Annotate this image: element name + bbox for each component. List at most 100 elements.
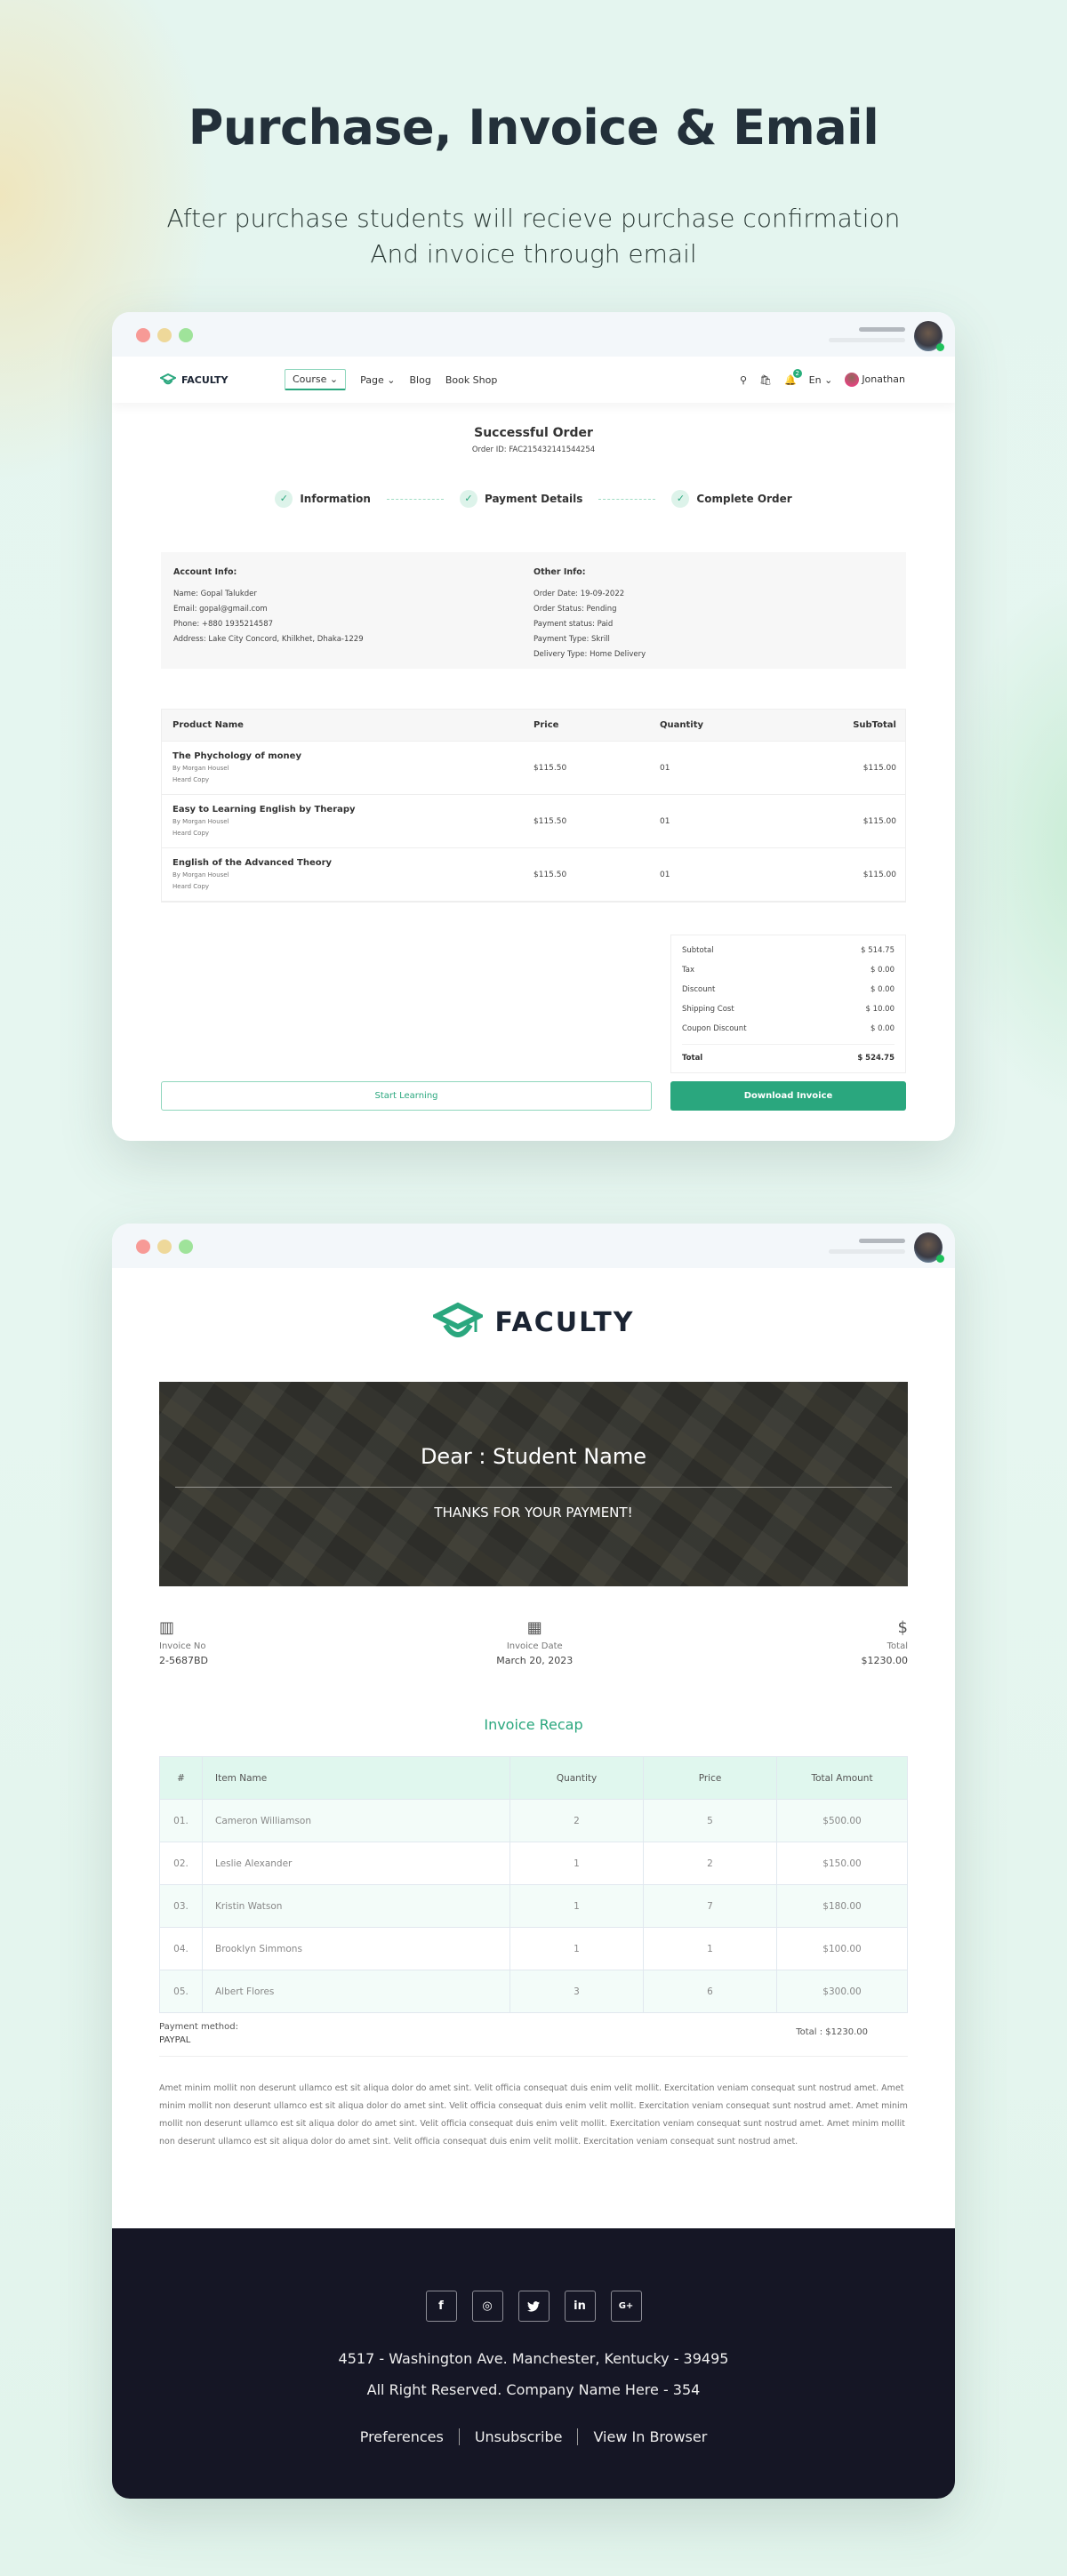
- meta-label: Total: [886, 1641, 908, 1651]
- summary-row-discount: Discount $ 0.00: [682, 980, 895, 999]
- item-price: 1: [643, 1927, 777, 1970]
- start-learning-button[interactable]: Start Learning: [161, 1081, 652, 1111]
- avatar[interactable]: [914, 1232, 944, 1263]
- meta-value: 2-5687BD: [159, 1655, 208, 1666]
- row-number: 04.: [159, 1927, 203, 1970]
- hero-subtitle-line: And invoice through email: [370, 239, 697, 269]
- unsubscribe-link[interactable]: Unsubscribe: [458, 2428, 578, 2445]
- account-info-heading: Account Info:: [173, 567, 237, 577]
- hero-title: Purchase, Invoice & Email: [188, 100, 879, 156]
- product-subtotal: $115.00: [862, 763, 896, 773]
- preferences-link[interactable]: Preferences: [345, 2428, 459, 2445]
- product-price: $115.50: [534, 763, 567, 773]
- product-qty: 01: [660, 763, 670, 773]
- row-number: 02.: [159, 1842, 203, 1885]
- step-complete-order: ✓ Complete Order: [671, 490, 792, 508]
- language-select[interactable]: En ⌄: [809, 374, 833, 386]
- chevron-down-icon: ⌄: [329, 373, 339, 385]
- item-price: 7: [643, 1884, 777, 1928]
- chevron-down-icon: ⌄: [387, 373, 396, 386]
- footer-copyright: All Right Reserved. Company Name Here - …: [366, 2381, 701, 2398]
- linkedin-icon[interactable]: in: [564, 2291, 596, 2322]
- product-name[interactable]: English of the Advanced Theory: [172, 858, 534, 868]
- search-icon[interactable]: ⚲: [740, 374, 747, 386]
- close-window-dot[interactable]: [136, 1240, 150, 1254]
- minimize-window-dot[interactable]: [157, 1240, 172, 1254]
- table-row: Easy to Learning English by Therapy By Mo…: [162, 795, 905, 848]
- invoice-meta: ▥ Invoice No 2-5687BD ▦ Invoice Date Mar…: [159, 1618, 908, 1666]
- summary-label: Total: [682, 1053, 703, 1063]
- view-in-browser-link[interactable]: View In Browser: [577, 2428, 722, 2445]
- logo[interactable]: FACULTY: [160, 373, 285, 387]
- item-qty: 1: [509, 1884, 644, 1928]
- meta-value: $1230.00: [861, 1655, 909, 1666]
- step-label: Payment Details: [484, 493, 583, 505]
- close-window-dot[interactable]: [136, 328, 150, 342]
- nav-item-course[interactable]: Course ⌄: [285, 369, 347, 390]
- item-name: Kristin Watson: [202, 1884, 510, 1928]
- summary-value: $ 0.00: [870, 985, 895, 994]
- table-row: 04. Brooklyn Simmons 1 1 $100.00: [159, 1927, 908, 1970]
- column-header: Total Amount: [776, 1756, 908, 1800]
- payment-method: Payment method: PAYPAL: [159, 2022, 238, 2045]
- product-name[interactable]: The Phychology of money: [172, 751, 534, 761]
- calendar-icon: ▦: [526, 1618, 542, 1637]
- download-invoice-button[interactable]: Download Invoice: [670, 1081, 906, 1111]
- invoice-grand-total: Total : $1230.00: [796, 2027, 868, 2037]
- table-row: 01. Cameron Williamson 2 5 $500.00: [159, 1799, 908, 1842]
- recap-table: # Item Name Quantity Price Total Amount …: [159, 1756, 908, 2013]
- maximize-window-dot[interactable]: [179, 328, 193, 342]
- summary-row-subtotal: Subtotal $ 514.75: [682, 941, 895, 960]
- account-address: Address: Lake City Concord, Khilkhet, Dh…: [173, 635, 364, 644]
- product-table: Product Name Price Quantity SubTotal The…: [161, 709, 906, 903]
- check-icon: ✓: [671, 490, 690, 508]
- invoice-number: ▥ Invoice No 2-5687BD: [159, 1618, 208, 1666]
- product-subtotal: $115.00: [862, 870, 896, 879]
- payment-type: Payment Type: Skrill: [534, 635, 610, 644]
- bell-icon[interactable]: 🔔 2: [784, 368, 802, 386]
- column-header: Item Name: [202, 1756, 510, 1800]
- email-banner: Dear : Student Name THANKS FOR YOUR PAYM…: [159, 1382, 908, 1586]
- invoice-total: $ Total $1230.00: [862, 1618, 909, 1666]
- twitter-icon[interactable]: [517, 2291, 550, 2322]
- product-type: Heard Copy: [172, 776, 210, 783]
- minimize-window-dot[interactable]: [157, 328, 172, 342]
- item-qty: 1: [509, 1927, 644, 1970]
- shopping-bag-icon[interactable]: 🛍: [759, 374, 772, 386]
- logo-text: FACULTY: [181, 373, 229, 386]
- facebook-icon[interactable]: f: [425, 2291, 457, 2322]
- item-price: 6: [643, 1970, 777, 2013]
- info-panel: Account Info: Name: Gopal Talukder Email…: [161, 552, 906, 669]
- column-header: Quantity: [509, 1756, 644, 1800]
- maximize-window-dot[interactable]: [179, 1240, 193, 1254]
- notification-badge: 2: [792, 368, 802, 378]
- order-date: Order Date: 19-09-2022: [534, 590, 625, 598]
- thanks-message: THANKS FOR YOUR PAYMENT!: [434, 1505, 633, 1521]
- summary-row-shipping: Shipping Cost $ 10.00: [682, 999, 895, 1019]
- product-name[interactable]: Easy to Learning English by Therapy: [172, 805, 534, 815]
- instagram-icon[interactable]: ◎: [471, 2291, 503, 2322]
- user-menu[interactable]: Jonathan: [845, 373, 905, 387]
- table-row: The Phychology of money By Morgan Housel H…: [162, 742, 905, 795]
- avatar[interactable]: [914, 321, 944, 351]
- row-number: 01.: [159, 1799, 203, 1842]
- column-header: Quantity: [660, 720, 703, 730]
- column-header: #: [159, 1756, 203, 1800]
- email-footer: f ◎ in G+ 4517 - Washington Ave. Manches…: [112, 2228, 955, 2499]
- barcode-icon: ▥: [159, 1618, 175, 1637]
- summary-row-total: Total $ 524.75: [682, 1044, 895, 1063]
- placeholder-bar: [859, 327, 905, 332]
- nav-item-blog[interactable]: Blog: [409, 374, 430, 386]
- google-plus-icon[interactable]: G+: [610, 2291, 642, 2322]
- nav-item-book-shop[interactable]: Book Shop: [445, 374, 498, 386]
- item-name: Cameron Williamson: [202, 1799, 510, 1842]
- nav-item-page[interactable]: Page ⌄: [360, 374, 395, 386]
- item-price: 5: [643, 1799, 777, 1842]
- item-total: $300.00: [776, 1970, 908, 2013]
- check-icon: ✓: [275, 490, 293, 508]
- chevron-down-icon: ⌄: [824, 373, 833, 386]
- item-price: 2: [643, 1842, 777, 1885]
- meta-label: Invoice No: [159, 1641, 206, 1651]
- nav-actions: ⚲ 🛍 🔔 2 En ⌄ Jonathan: [740, 368, 905, 387]
- placeholder-bar: [829, 338, 905, 342]
